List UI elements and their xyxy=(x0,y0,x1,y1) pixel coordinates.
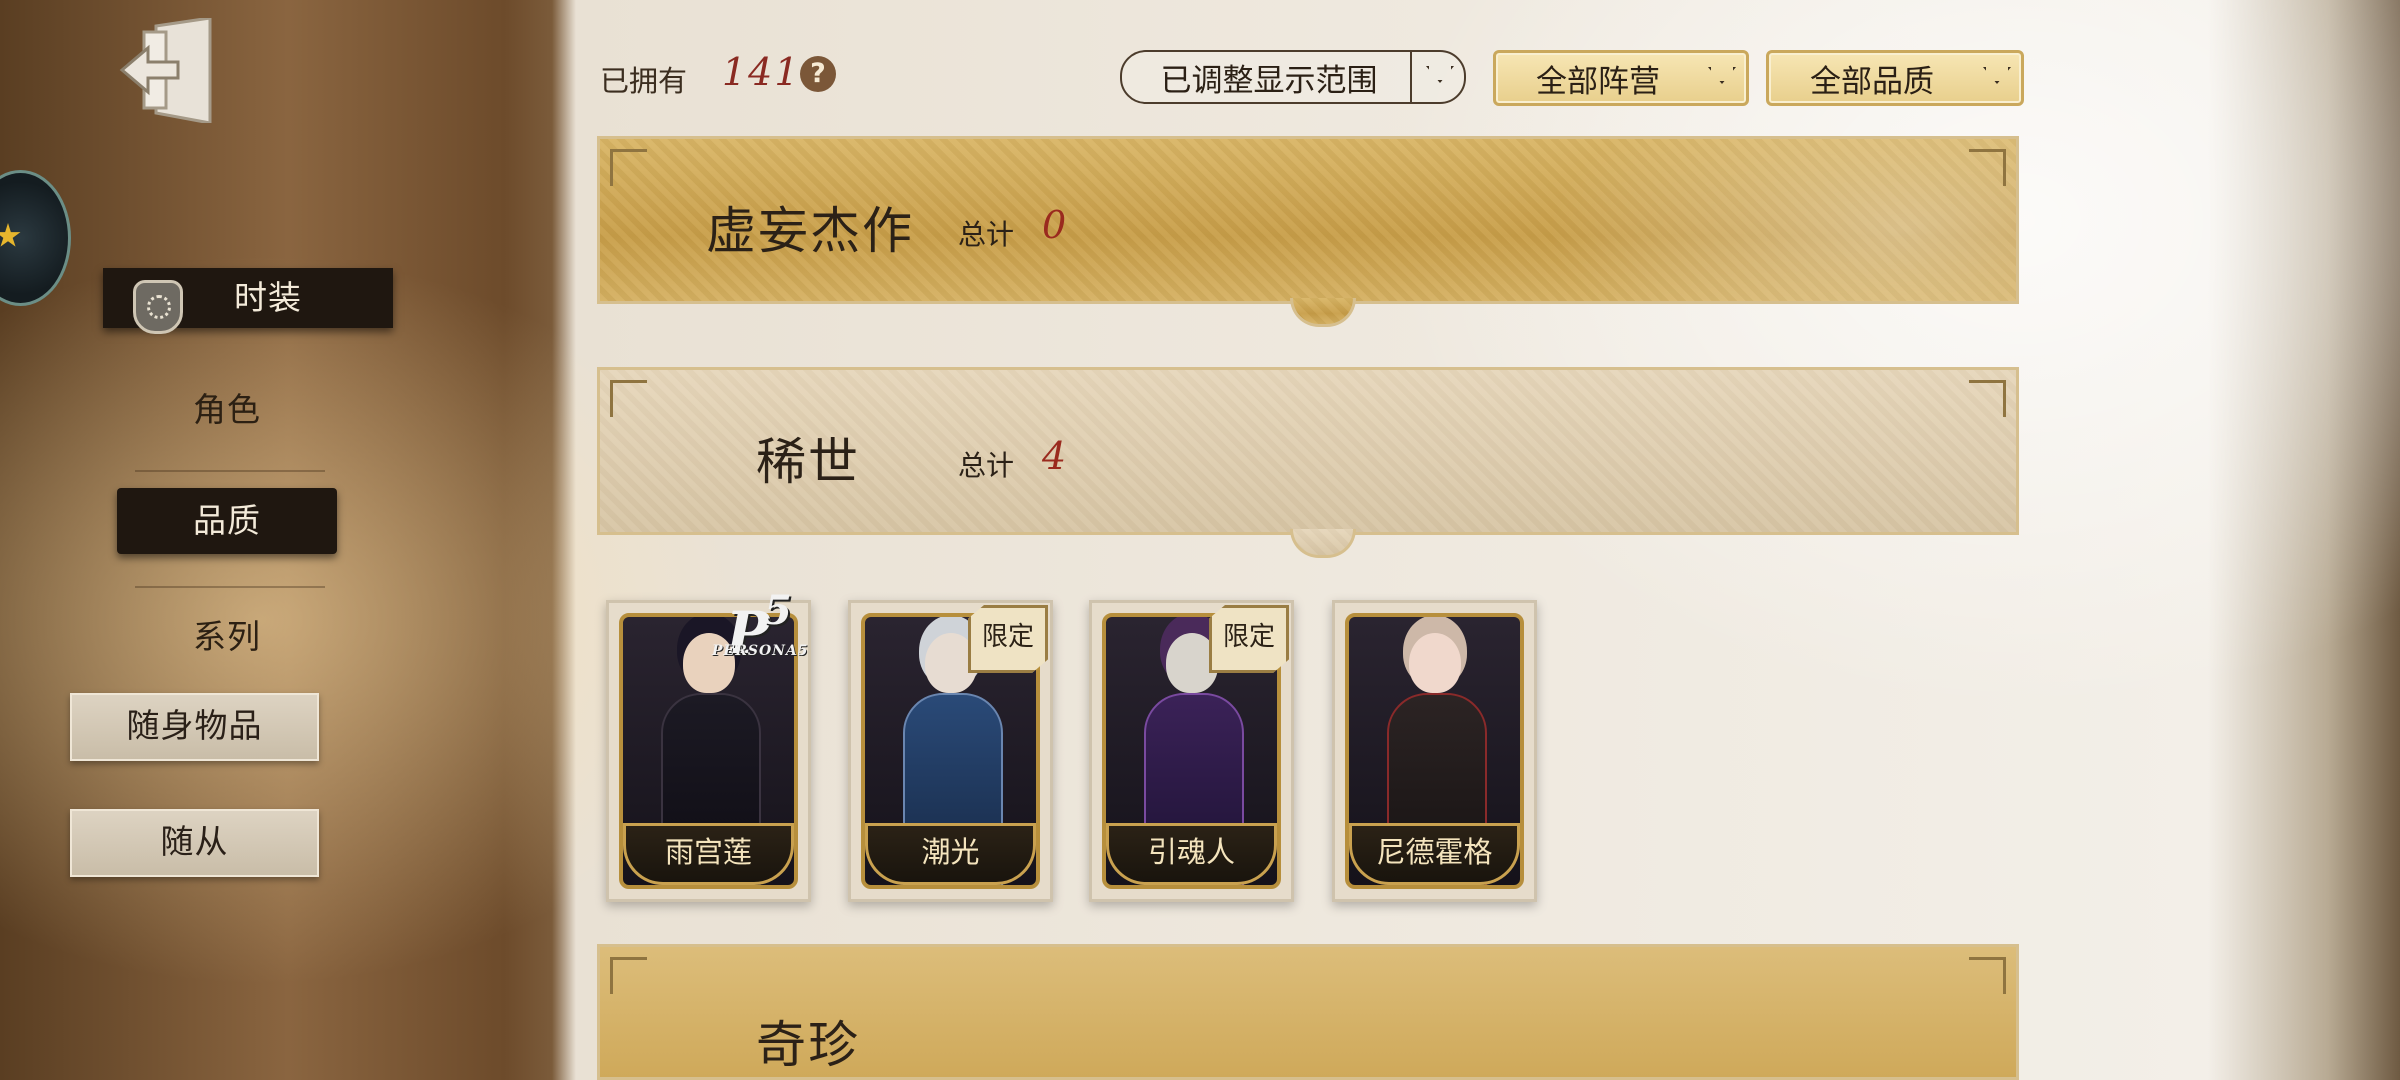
section-total-count: 4 xyxy=(1042,434,1067,478)
card-name: 尼德霍格 xyxy=(1349,823,1520,885)
camp-filter-dropdown[interactable]: 全部阵营 xyxy=(1493,50,1749,106)
dropdown-label: 全部阵营 xyxy=(1536,63,1660,100)
costume-card[interactable]: 限定 潮光 xyxy=(848,600,1053,902)
sidebar-item-label: 系列 xyxy=(193,617,261,656)
sidebar-item-quality[interactable]: 品质 xyxy=(117,488,337,554)
section-banner-masterpiece[interactable]: 虚妄杰作 总计 0 xyxy=(597,136,2019,327)
costume-card[interactable]: P 5 PERSONA5 雨宫莲 xyxy=(606,587,811,902)
section-title: 稀世 xyxy=(756,433,860,491)
dropdown-label: 全部品质 xyxy=(1810,63,1934,100)
quality-filter-dropdown[interactable]: 全部品质 xyxy=(1766,50,2024,106)
sidebar-item-accessories[interactable]: 随身物品 xyxy=(70,693,319,761)
sidebar-item-label: 品质 xyxy=(193,501,261,540)
exit-door-icon[interactable] xyxy=(118,16,218,125)
owned-count: 141 xyxy=(722,50,801,94)
costume-shield-icon xyxy=(133,280,183,334)
section-total-label: 总计 xyxy=(958,218,1015,251)
sidebar-item-character[interactable]: 角色 xyxy=(127,385,327,435)
sidebar-item-label: 时装 xyxy=(234,278,302,317)
help-icon[interactable]: ? xyxy=(800,56,836,92)
sidebar-item-followers[interactable]: 随从 xyxy=(70,809,319,877)
dropdown-label: 已调整显示范围 xyxy=(1160,62,1378,99)
costume-card[interactable]: 限定 引魂人 xyxy=(1089,600,1294,902)
owned-label: 已拥有 xyxy=(600,64,688,98)
limited-badge: 限定 xyxy=(1209,605,1289,673)
card-name: 引魂人 xyxy=(1106,823,1277,885)
section-banner-rare[interactable]: 稀世 总计 4 xyxy=(597,367,2019,558)
sidebar-item-costume[interactable]: 时装 xyxy=(103,268,393,334)
divider xyxy=(135,586,325,588)
sidebar-item-series[interactable]: 系列 xyxy=(127,612,327,662)
card-name: 雨宫莲 xyxy=(623,823,794,885)
costume-card[interactable]: 尼德霍格 xyxy=(1332,600,1537,902)
card-name: 潮光 xyxy=(865,823,1036,885)
limited-badge: 限定 xyxy=(968,605,1048,673)
display-range-dropdown[interactable]: 已调整显示范围 xyxy=(1120,50,1466,104)
chevron-down-icon xyxy=(1694,53,1746,103)
chevron-down-icon xyxy=(1969,53,2021,103)
section-banner-treasure[interactable]: 奇珍 xyxy=(597,944,2019,1080)
sidebar-item-label: 随身物品 xyxy=(126,706,263,745)
divider xyxy=(135,470,325,472)
section-total-label: 总计 xyxy=(958,449,1015,482)
persona5-logo: P 5 PERSONA5 xyxy=(712,587,809,667)
sidebar-item-label: 角色 xyxy=(193,390,261,429)
section-title: 虚妄杰作 xyxy=(706,202,914,260)
chevron-down-icon xyxy=(1410,52,1464,102)
section-total-count: 0 xyxy=(1042,203,1067,247)
section-title: 奇珍 xyxy=(756,1016,860,1074)
sidebar-item-label: 随从 xyxy=(160,822,229,861)
